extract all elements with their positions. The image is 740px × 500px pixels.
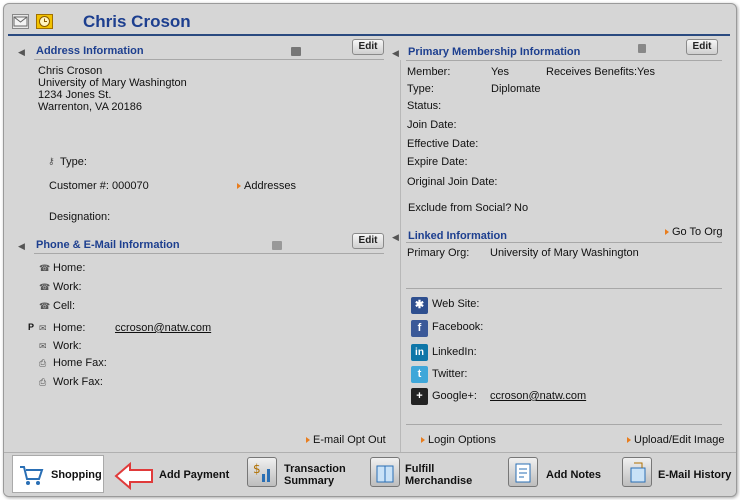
envelope-icon: ✉ xyxy=(39,341,47,351)
envelope-icon: ✉ xyxy=(39,323,47,333)
phone-divider xyxy=(34,253,384,254)
member-label: Member: xyxy=(407,66,451,78)
primary-org-value: University of Mary Washington xyxy=(490,247,639,259)
linked-section-title: Linked Information xyxy=(408,230,507,242)
shopping-label: Shopping xyxy=(51,469,102,481)
login-options-link[interactable]: Login Options xyxy=(421,434,496,446)
fulfill-merchandise-icon[interactable] xyxy=(370,457,400,487)
collapse-arrow-icon[interactable]: ◀ xyxy=(18,47,30,57)
clock-icon[interactable] xyxy=(36,14,53,29)
go-to-org-link[interactable]: Go To Org xyxy=(665,226,723,238)
facebook-icon: f xyxy=(411,320,428,337)
status-label: Status: xyxy=(407,100,442,112)
social-divider xyxy=(406,288,722,289)
collapse-arrow-icon[interactable]: ◀ xyxy=(392,48,404,58)
collapse-arrow-icon[interactable]: ◀ xyxy=(18,241,30,251)
address-line-1: Chris Croson xyxy=(38,65,103,77)
action-toolbar: Shopping Add Payment $ Transaction Summa… xyxy=(4,452,736,496)
shopping-button[interactable]: Shopping xyxy=(12,455,104,493)
primary-email-marker: P xyxy=(28,322,35,332)
add-notes-button[interactable]: Add Notes xyxy=(546,469,601,481)
svg-text:$: $ xyxy=(253,462,261,476)
address-line-4: Warrenton, VA 20186 xyxy=(38,101,142,113)
title-bar: Chris Croson xyxy=(8,10,730,36)
addresses-link[interactable]: Addresses xyxy=(237,180,296,192)
fulfill-merchandise-label-1[interactable]: Fulfill xyxy=(405,463,434,475)
original-join-date-label: Original Join Date: xyxy=(407,176,498,188)
member-type-value: Diplomate xyxy=(491,83,541,95)
work-email-label: Work: xyxy=(53,340,82,352)
shopping-cart-icon xyxy=(17,460,45,488)
benefits-value: Yes xyxy=(637,66,655,78)
fulfill-merchandise-label-2[interactable]: Merchandise xyxy=(405,475,472,487)
work-fax-label: Work Fax: xyxy=(53,376,103,388)
phone-icon: ☎ xyxy=(39,282,51,292)
upload-image-link[interactable]: Upload/Edit Image xyxy=(627,434,725,446)
member-type-label: Type: xyxy=(407,83,434,95)
key-icon: ⚷ xyxy=(48,156,55,166)
address-type-label: Type: xyxy=(60,156,87,168)
envelope-icon[interactable] xyxy=(12,14,29,29)
add-notes-icon[interactable] xyxy=(508,457,538,487)
collapse-arrow-icon[interactable]: ◀ xyxy=(392,232,404,242)
primary-org-label: Primary Org: xyxy=(407,247,470,259)
transaction-summary-label-2[interactable]: Summary xyxy=(284,475,334,487)
website-label: Web Site: xyxy=(432,298,480,310)
page-title: Chris Croson xyxy=(83,12,191,31)
twitter-label: Twitter: xyxy=(432,368,468,380)
linked-divider xyxy=(406,242,722,243)
join-date-label: Join Date: xyxy=(407,119,457,131)
contact-detail-window: Chris Croson ◀ Address Information Edit … xyxy=(3,3,737,497)
address-edit-button[interactable]: Edit xyxy=(352,39,384,55)
googleplus-link[interactable]: ccroson@natw.com xyxy=(490,390,586,402)
fax-icon: ⎙ xyxy=(39,377,47,387)
exclude-social-value: No xyxy=(514,202,529,214)
transaction-summary-icon[interactable]: $ xyxy=(247,457,277,487)
home-phone-label: Home: xyxy=(53,262,86,274)
phone-edit-button[interactable]: Edit xyxy=(352,233,384,249)
linkedin-icon: in xyxy=(411,344,428,361)
benefits-label: Receives Benefits: xyxy=(546,66,638,78)
effective-date-label: Effective Date: xyxy=(407,138,479,150)
column-divider xyxy=(400,60,401,452)
add-payment-button[interactable]: Add Payment xyxy=(159,469,229,481)
home-email-label: Home: xyxy=(53,322,86,334)
home-fax-label: Home Fax: xyxy=(53,357,107,369)
exclude-social-label: Exclude from Social? xyxy=(408,202,512,214)
facebook-label: Facebook: xyxy=(432,321,484,333)
customer-number-value: 000070 xyxy=(112,180,149,192)
phone-icon: ☎ xyxy=(39,301,51,311)
add-payment-arrow-icon[interactable] xyxy=(114,461,154,491)
email-history-icon[interactable] xyxy=(622,457,652,487)
email-history-button[interactable]: E-Mail History xyxy=(658,469,731,481)
member-value: Yes xyxy=(491,66,509,78)
expire-date-label: Expire Date: xyxy=(407,156,468,168)
googleplus-label: Google+: xyxy=(432,390,477,402)
address-line-3: 1234 Jones St. xyxy=(38,89,112,101)
address-line-2: University of Mary Washington xyxy=(38,77,187,89)
website-icon: ✱ xyxy=(411,297,428,314)
customer-number-label: Customer #: xyxy=(49,180,109,192)
membership-divider xyxy=(406,60,722,61)
transaction-summary-label-1[interactable]: Transaction xyxy=(284,463,346,475)
address-divider xyxy=(34,59,384,60)
no-mail-icon xyxy=(272,241,282,250)
email-opt-out-link[interactable]: E-mail Opt Out xyxy=(306,434,386,446)
twitter-icon: t xyxy=(411,366,428,383)
links-divider xyxy=(406,424,722,425)
fax-icon: ⎙ xyxy=(39,358,47,368)
work-phone-label: Work: xyxy=(53,281,82,293)
gift-icon xyxy=(638,44,646,53)
designation-label: Designation: xyxy=(49,211,111,223)
googleplus-icon: + xyxy=(411,388,428,405)
membership-edit-button[interactable]: Edit xyxy=(686,39,718,55)
phone-icon: ☎ xyxy=(39,263,51,273)
cell-phone-label: Cell: xyxy=(53,300,76,312)
linkedin-label: LinkedIn: xyxy=(432,346,477,358)
address-card-icon xyxy=(291,47,301,56)
home-email-link[interactable]: ccroson@natw.com xyxy=(115,322,211,334)
